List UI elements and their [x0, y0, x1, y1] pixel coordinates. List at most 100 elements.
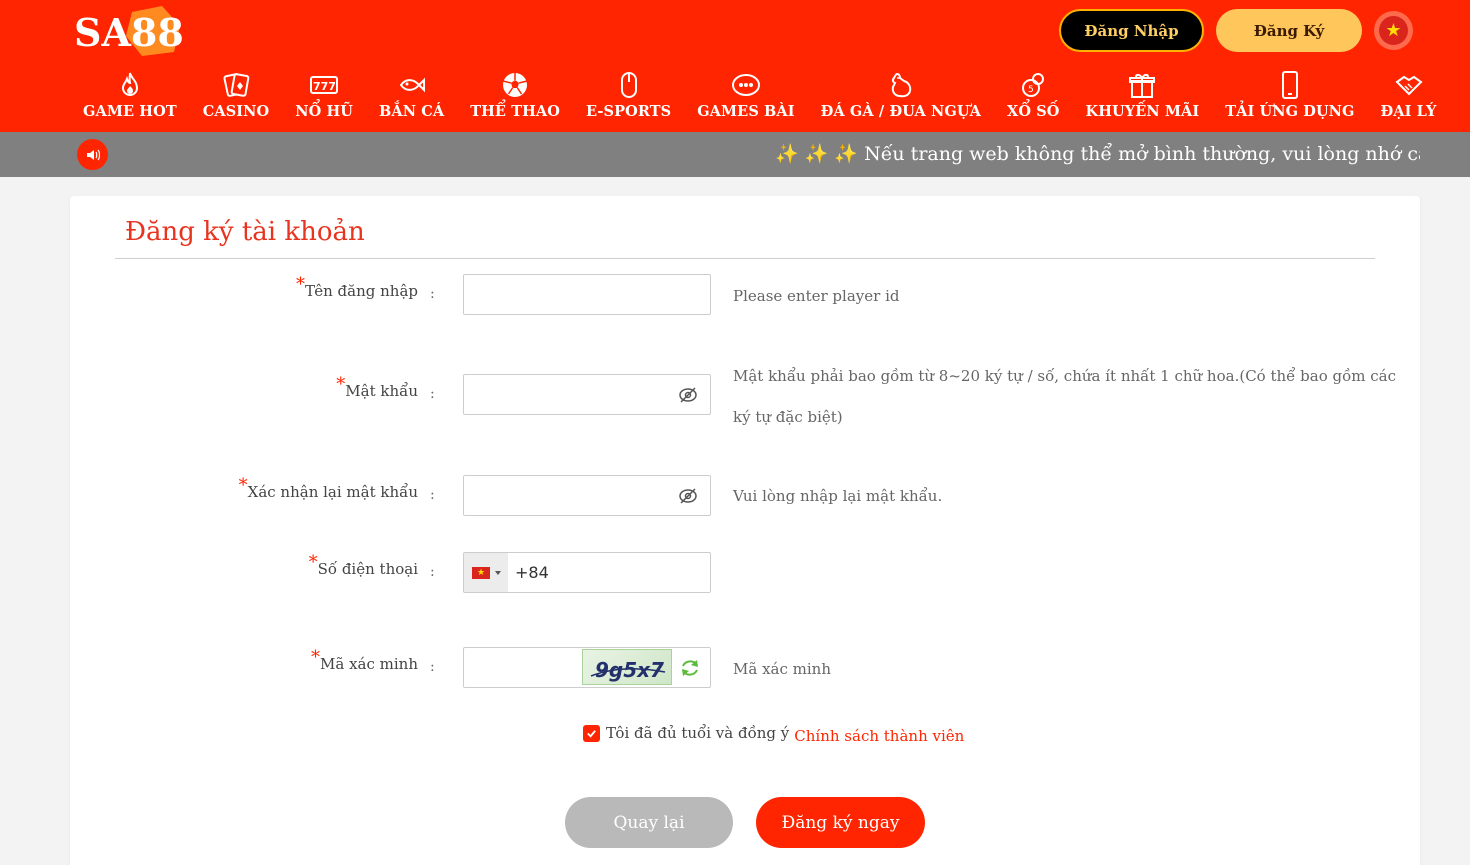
nav-label: TẢI ỨNG DỤNG	[1225, 103, 1355, 120]
soccer-ball-icon	[502, 73, 528, 97]
required-mark: *	[308, 552, 318, 573]
colon: :	[430, 564, 435, 580]
member-policy-link[interactable]: Chính sách thành viên	[794, 727, 964, 745]
username-label-text: Tên đăng nhập	[304, 282, 418, 300]
colon: :	[430, 286, 435, 302]
vietnam-flag-icon: ★	[1379, 16, 1408, 45]
eye-off-icon[interactable]	[678, 385, 698, 405]
handshake-icon	[1394, 75, 1423, 96]
nav-label: THỂ THAO	[470, 103, 560, 120]
gift-icon	[1129, 74, 1156, 98]
nav-ban-ca[interactable]: BẮN CÁ	[366, 70, 457, 130]
nav-da-ga[interactable]: ĐÁ GÀ / ĐUA NGỰA	[808, 70, 994, 130]
username-field[interactable]	[463, 274, 711, 315]
phone-country-code: +84	[515, 563, 549, 582]
nav-the-thao[interactable]: THỂ THAO	[457, 70, 573, 130]
password-hint-line2: ký tự đặc biệt)	[733, 408, 843, 426]
captcha-input[interactable]	[464, 648, 579, 687]
captcha-label: *Mã xác minh	[311, 647, 418, 674]
main-nav: GAME HOT CASINO 777 NỔ HŨ BẮN CÁ THỂ THA…	[70, 70, 1450, 130]
speaker-icon[interactable]	[77, 139, 108, 170]
agree-text: Tôi đã đủ tuổi và đồng ý	[606, 724, 790, 742]
agree-row: Tôi đã đủ tuổi và đồng ý Chính sách thàn…	[583, 724, 964, 745]
captcha-hint: Mã xác minh	[733, 660, 831, 678]
phone-label: *Số điện thoại	[309, 552, 418, 579]
password-label-text: Mật khẩu	[345, 382, 418, 400]
nav-label: ĐÁ GÀ / ĐUA NGỰA	[820, 103, 981, 120]
nav-xo-so[interactable]: 5 XỔ SỐ	[994, 70, 1073, 130]
fish-icon	[399, 77, 425, 93]
refresh-icon[interactable]	[679, 657, 701, 679]
captcha-label-text: Mã xác minh	[320, 655, 418, 673]
nav-label: XỔ SỐ	[1006, 103, 1060, 120]
confirm-password-input[interactable]	[464, 476, 710, 515]
svg-text:777: 777	[313, 80, 336, 93]
eye-off-icon[interactable]	[678, 486, 698, 506]
required-mark: *	[336, 374, 346, 395]
nav-label: KHUYẾN MÃI	[1085, 103, 1200, 120]
password-field[interactable]	[463, 374, 711, 415]
captcha-field[interactable]: 9g5x7	[463, 647, 711, 688]
header: SA88 Đăng Nhập Đăng Ký ★ GAME HOT CASINO…	[0, 0, 1470, 132]
announcement-text: ✨ ✨ ✨ Nếu trang web không thể mở bình th…	[775, 143, 1420, 165]
phone-field[interactable]: ★ +84	[463, 552, 711, 593]
nav-tai-ung-dung[interactable]: TẢI ỨNG DỤNG	[1212, 70, 1367, 130]
svg-text:5: 5	[1028, 85, 1034, 95]
cards-icon	[223, 73, 250, 97]
confirm-password-field[interactable]	[463, 475, 711, 516]
language-selector[interactable]: ★	[1374, 11, 1413, 50]
checkmark-icon	[587, 729, 596, 738]
required-mark: *	[311, 647, 321, 668]
password-input[interactable]	[464, 375, 710, 414]
nav-games-bai[interactable]: GAMES BÀI	[684, 70, 807, 130]
required-mark: *	[295, 274, 305, 295]
nav-game-hot[interactable]: GAME HOT	[70, 70, 190, 130]
required-mark: *	[238, 475, 248, 496]
mobile-phone-icon	[1281, 71, 1298, 99]
login-button[interactable]: Đăng Nhập	[1059, 9, 1204, 52]
back-button[interactable]: Quay lại	[565, 797, 733, 848]
colon: :	[430, 487, 435, 503]
announcement-bar: ✨ ✨ ✨ Nếu trang web không thể mở bình th…	[0, 132, 1470, 177]
lottery-icon: 5	[1022, 73, 1045, 97]
gaming-mouse-icon	[620, 72, 637, 98]
nav-label: BẮN CÁ	[379, 103, 445, 120]
captcha-image[interactable]: 9g5x7	[582, 649, 672, 685]
country-code-selector[interactable]: ★	[464, 553, 508, 592]
nav-label: GAMES BÀI	[697, 103, 795, 120]
flame-icon	[121, 72, 138, 96]
confirm-password-hint: Vui lòng nhập lại mật khẩu.	[733, 487, 943, 505]
agree-checkbox[interactable]	[583, 724, 600, 742]
nav-label: NỔ HŨ	[295, 103, 354, 120]
page-title: Đăng ký tài khoản	[125, 217, 365, 247]
nav-label: ĐẠI LÝ	[1380, 103, 1437, 120]
nav-e-sports[interactable]: E-SPORTS	[573, 70, 684, 130]
phone-label-text: Số điện thoại	[317, 560, 418, 578]
username-label: *Tên đăng nhập	[296, 274, 418, 301]
colon: :	[430, 386, 435, 402]
registration-card: Đăng ký tài khoản *Tên đăng nhập : Pleas…	[70, 196, 1420, 865]
caret-down-icon	[495, 570, 501, 575]
password-label: *Mật khẩu	[336, 374, 418, 401]
divider	[115, 258, 1375, 259]
logo-text: SA88	[74, 10, 184, 55]
nav-casino[interactable]: CASINO	[190, 70, 283, 130]
nav-no-hu[interactable]: 777 NỔ HŨ	[282, 70, 366, 130]
sa88-logo[interactable]: SA88	[74, 4, 184, 60]
nav-label: CASINO	[202, 103, 270, 120]
vietnam-flag-icon: ★	[472, 566, 490, 579]
nav-khuyen-mai[interactable]: KHUYẾN MÃI	[1073, 70, 1213, 130]
card-game-icon	[731, 74, 760, 96]
nav-label: GAME HOT	[83, 103, 177, 120]
username-input[interactable]	[464, 275, 710, 314]
register-button[interactable]: Đăng Ký	[1216, 9, 1362, 52]
confirm-password-label: *Xác nhận lại mật khẩu	[239, 475, 418, 502]
slot-777-icon: 777	[310, 76, 339, 94]
username-hint: Please enter player id	[733, 287, 900, 305]
nav-label: E-SPORTS	[586, 103, 672, 120]
nav-dai-ly[interactable]: ĐẠI LÝ	[1368, 70, 1450, 130]
colon: :	[430, 659, 435, 675]
register-now-button[interactable]: Đăng ký ngay	[756, 797, 925, 848]
rooster-icon	[891, 72, 912, 98]
confirm-password-label-text: Xác nhận lại mật khẩu	[247, 483, 418, 501]
